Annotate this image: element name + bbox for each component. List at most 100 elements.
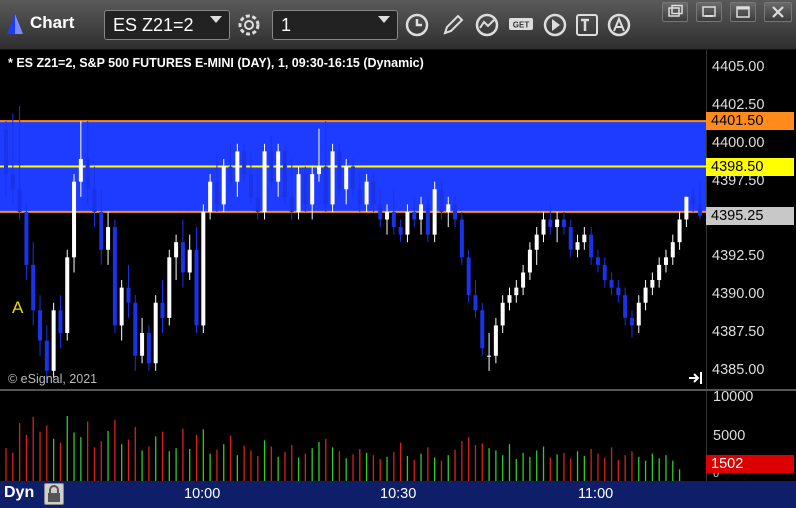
candle [221,158,226,212]
candle [677,211,682,250]
candle-body [636,302,641,326]
candle [473,280,478,318]
candle-body [514,287,519,296]
candle-body [561,219,566,228]
candle [187,234,192,281]
candle [337,143,342,197]
interval-input[interactable]: 1 [272,10,398,40]
candle [541,211,546,243]
current-volume-value: 1502 [711,456,744,472]
pencil-icon[interactable] [440,12,466,38]
candle-body [228,166,233,182]
candle-body [44,340,49,371]
candle-body [174,242,179,258]
svg-text:GET: GET [513,21,530,30]
restore-icon [668,4,683,17]
clock-icon[interactable] [404,12,430,38]
candle-body [235,151,240,182]
candle [521,264,526,296]
time-tick: 10:30 [380,486,417,502]
candle-body [371,181,376,205]
scroll-to-end-icon[interactable] [688,371,704,385]
candle-body [446,204,451,212]
candle-body [65,257,70,334]
candle-body [262,151,267,212]
candle-body [453,204,458,220]
price-chart[interactable] [0,50,706,389]
symbol-dropdown-chevron-icon[interactable] [210,16,222,23]
candle-body [330,151,335,205]
interval-dropdown-chevron-icon[interactable] [378,16,390,23]
time-tick: 11:00 [578,486,614,502]
price-tag: 4395.25 [706,206,794,225]
candle-body [310,174,315,205]
candle-body [119,287,124,326]
candle [657,257,662,288]
candle-body [412,211,417,220]
candle [119,280,124,341]
candle-body [582,234,587,243]
alert-icon[interactable] [606,12,632,38]
price-panel[interactable] [0,50,706,389]
candle-body [521,272,526,288]
candle [174,234,179,281]
candle-body [643,287,648,303]
candle-body [344,166,349,190]
candle-body [58,310,63,334]
candle [589,227,594,265]
candle-body [255,196,260,212]
candle-body [4,128,8,175]
candle [296,166,301,220]
settings-gear-icon[interactable] [236,12,262,38]
close-window-button[interactable] [764,2,792,22]
candle-body [555,219,560,228]
candle-body [548,219,553,228]
candle-body [391,211,396,228]
candle-body [92,189,97,212]
candle [72,174,77,273]
candle-body [459,219,464,258]
candle-body [657,264,662,281]
play-icon[interactable] [542,12,568,38]
minimize-window-button[interactable] [696,2,722,22]
dynamic-label: Dyn [4,484,35,501]
candle [500,295,505,334]
candle [201,204,206,334]
text-icon[interactable] [574,12,600,38]
candle-body [282,151,287,197]
chart-marker-a: A [12,298,24,317]
candle-body [351,166,355,190]
candle-body [575,242,580,250]
candle [432,181,437,243]
candle [58,295,63,349]
candle [623,287,628,326]
maximize-window-button[interactable] [730,2,756,22]
symbol-input[interactable]: ES Z21=2 [104,10,230,40]
candle-body [663,257,668,265]
candle-body [323,166,328,205]
restore-window-button[interactable] [662,2,688,22]
volume-chart[interactable] [0,391,706,481]
candle-body [146,333,151,364]
candle-body [337,151,342,190]
price-tick: 4390.00 [712,286,765,303]
candle-body [208,181,213,212]
candle [106,211,111,265]
price-tag: 4401.50 [706,112,794,131]
candle [167,249,172,326]
candle-body [378,204,383,220]
candle-body [167,257,172,318]
candle [616,280,621,303]
get-icon[interactable]: GET [508,12,534,38]
volume-panel[interactable] [0,391,706,481]
candle [663,249,668,273]
price-tick: 4385.00 [712,361,765,378]
candle-body [589,234,594,258]
candle-body [316,166,321,175]
candle-body [602,264,607,281]
study-icon[interactable] [474,12,500,38]
candle-body [38,310,43,341]
dynamic-toggle-button[interactable] [44,483,64,505]
candle-body [140,333,145,356]
candle [582,227,587,250]
